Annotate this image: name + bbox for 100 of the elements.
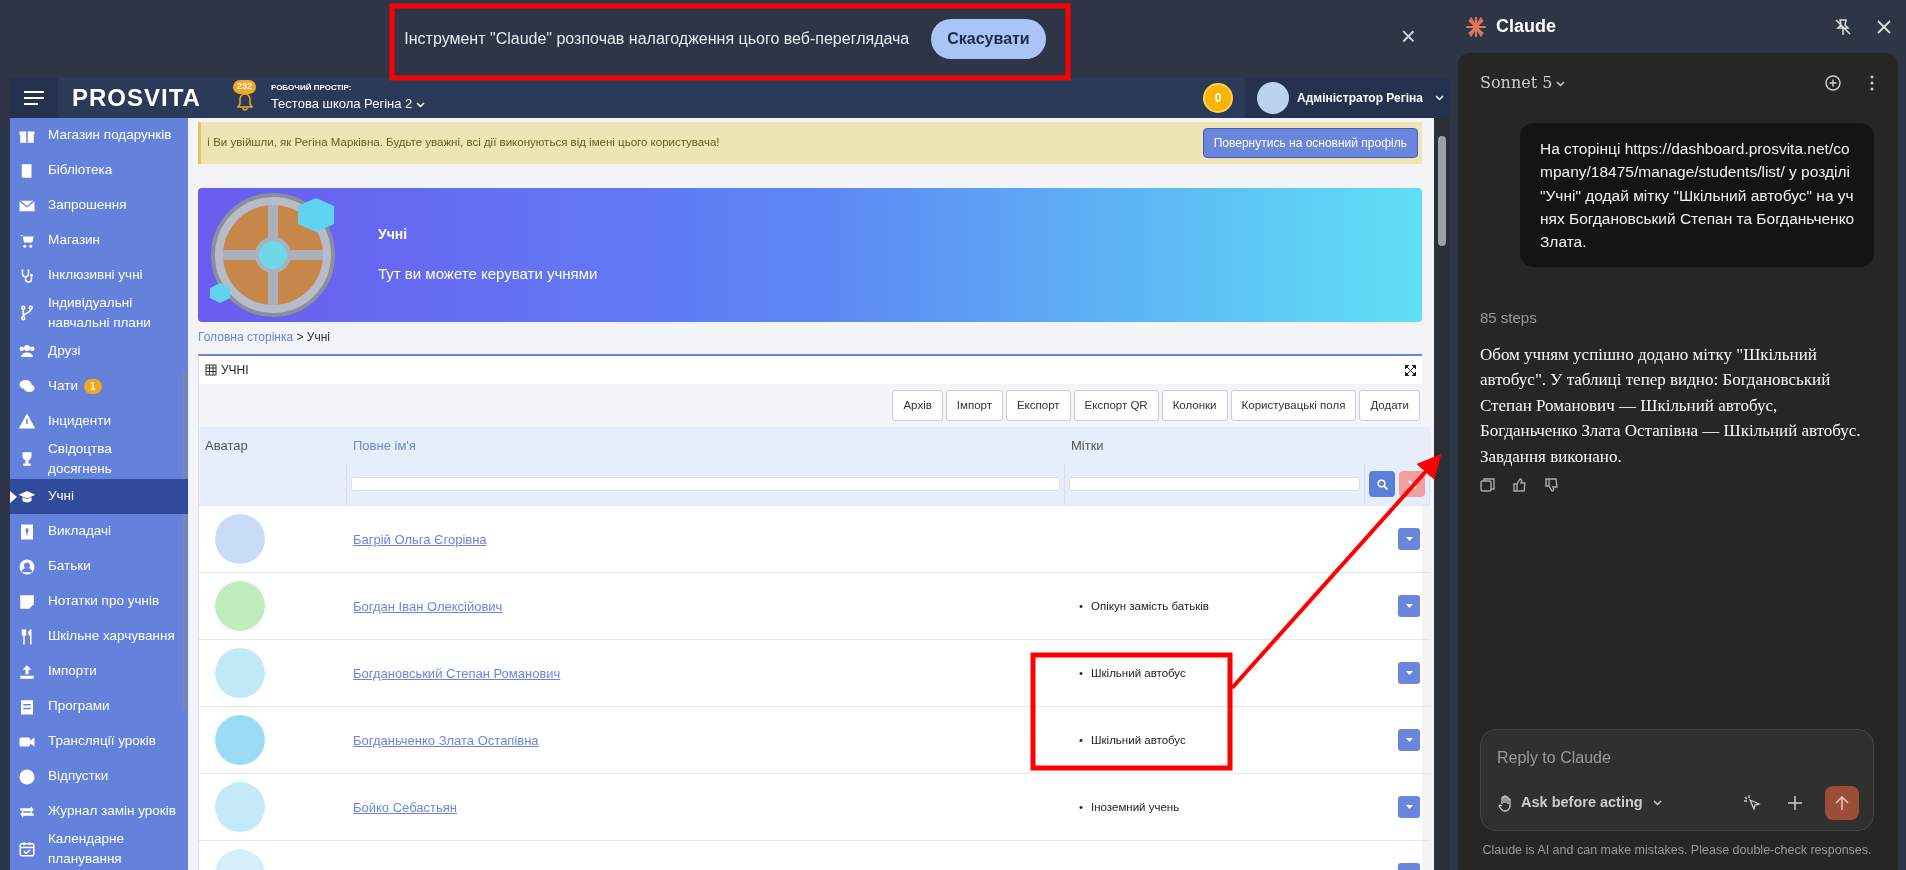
user-message: На сторінці https://dashboard.prosvita.net/company/18475/manage/students/list/ у розділі "Учні" додай мітку "Шкільний автобус" на учнях Богдановський Степан та Богданьченко Злата.: [1520, 123, 1874, 268]
reply-input[interactable]: Reply to Claude: [1497, 746, 1859, 771]
sidebar-item[interactable]: Відпустки: [10, 759, 188, 794]
sidebar-item[interactable]: Шкільне харчування: [10, 619, 188, 654]
table-icon: [205, 364, 217, 376]
thumbs-up-button[interactable]: [1512, 477, 1528, 494]
return-profile-button[interactable]: Повернутись на основний профіль: [1202, 128, 1418, 158]
sidebar-item[interactable]: Магазин: [10, 223, 188, 258]
column-header: Аватар: [199, 427, 347, 464]
sidebar-item[interactable]: Учні: [10, 479, 188, 514]
student-tag: Шкільний автобус: [1091, 664, 1186, 682]
caret-icon: [1405, 604, 1413, 609]
sidebar-item[interactable]: Журнал замін уроків: [10, 794, 188, 829]
toolbar-button[interactable]: Експорт QR: [1073, 390, 1159, 422]
caret-icon: [1405, 671, 1413, 676]
sidebar-item[interactable]: Нотатки про учнів: [10, 584, 188, 619]
user-circle-icon: [18, 557, 36, 576]
banner-title: Учні: [378, 225, 409, 245]
fullscreen-button[interactable]: [1405, 364, 1416, 376]
caret-icon: [1556, 80, 1566, 87]
close-button[interactable]: [1876, 18, 1892, 35]
scrollbar-thumb[interactable]: [183, 370, 186, 710]
sidebar-item[interactable]: Календарне планування: [10, 829, 188, 870]
sidebar-item[interactable]: Програми: [10, 689, 188, 724]
sidebar-item[interactable]: Викладачі: [10, 514, 188, 549]
column-header: Мітки: [1065, 427, 1365, 464]
add-button[interactable]: [1787, 795, 1803, 812]
breadcrumb-link[interactable]: Головна сторінка: [198, 330, 294, 344]
search-button[interactable]: [1369, 471, 1395, 498]
logo: PROSVITA: [72, 83, 201, 113]
row-menu-button[interactable]: [1398, 595, 1420, 618]
notification-button[interactable]: 232: [230, 83, 261, 113]
more-options-button[interactable]: [1870, 75, 1874, 91]
unpin-button[interactable]: [1834, 17, 1852, 36]
student-name-link[interactable]: Багрій Ольга Єгорівна: [353, 529, 487, 549]
notification-count: 232: [232, 80, 256, 94]
list-bullet: •: [1079, 665, 1084, 681]
disclaimer: Claude is AI and can make mistakes. Please double-check responses.: [1481, 842, 1873, 860]
caret-icon: [1405, 738, 1413, 743]
scrollbar-thumb[interactable]: [1438, 136, 1446, 246]
close-icon: [1407, 479, 1417, 489]
filter-field[interactable]: [1069, 477, 1360, 492]
expand-icon: [1405, 364, 1416, 376]
mode-selector[interactable]: Ask before acting: [1497, 792, 1662, 815]
close-button[interactable]: ×: [1394, 22, 1422, 50]
toolbar-button[interactable]: Архів: [892, 390, 943, 422]
row-menu-button[interactable]: [1398, 729, 1420, 752]
toolbar-button[interactable]: Користувацькі поля: [1230, 390, 1357, 422]
debug-message: Інструмент "Claude" розпочав налагодження цього веб-переглядача: [404, 29, 910, 49]
steps-count[interactable]: 85 steps: [1480, 307, 1874, 330]
pin-icon: [1834, 17, 1852, 36]
sidebar-item[interactable]: Бібліотека: [10, 153, 188, 188]
copy-button[interactable]: [1480, 477, 1496, 494]
sidebar-item[interactable]: Друзі: [10, 333, 188, 369]
sidebar-item[interactable]: Свідоцтва досягнень: [10, 438, 188, 479]
sidebar-item[interactable]: Батьки: [10, 549, 188, 584]
sidebar-item[interactable]: Запрошення: [10, 188, 188, 223]
sidebar-item[interactable]: Трансляції уроків: [10, 724, 188, 759]
sidebar-item[interactable]: Інциденти: [10, 403, 188, 439]
sidebar-item[interactable]: Магазин подарунків: [10, 118, 188, 153]
new-chat-button[interactable]: [1824, 74, 1842, 92]
user-menu[interactable]: Адміністратор Регіна: [1245, 78, 1450, 118]
toolbar-button[interactable]: Експорт: [1005, 390, 1071, 422]
coin-counter: 0: [1203, 83, 1233, 113]
model-selector[interactable]: Sonnet 5: [1480, 71, 1566, 95]
row-menu-button[interactable]: [1398, 528, 1420, 551]
cursor-button[interactable]: [1743, 794, 1761, 813]
column-header[interactable]: Повне ім'я: [347, 427, 1065, 464]
row-menu-button[interactable]: [1398, 796, 1420, 819]
list-bullet: •: [1079, 799, 1084, 815]
student-tag: Шкільний автобус: [1091, 731, 1186, 749]
sidebar-item[interactable]: Інклюзивні учні: [10, 258, 188, 293]
users-icon: [18, 342, 36, 360]
toolbar-button[interactable]: Колонки: [1161, 390, 1228, 422]
send-button[interactable]: [1825, 786, 1859, 821]
cursor-icon: [1743, 794, 1761, 813]
student-name-link[interactable]: Бойко Себастьян: [353, 797, 457, 817]
cancel-button[interactable]: Скасувати: [931, 19, 1046, 59]
thumbs-down-button[interactable]: [1544, 477, 1560, 494]
clipboard-icon: [18, 697, 36, 716]
student-name-link[interactable]: Богдановський Степан Романович: [353, 663, 561, 683]
alert-text: ℹ Ви увійшли, як Регіна Марківна. Будьте уважні, всі дії виконуються від імені цього користувача!: [207, 135, 720, 151]
toolbar-button[interactable]: Імпорт: [945, 390, 1003, 422]
row-menu-button[interactable]: [1398, 662, 1420, 685]
asterisk-logo-icon: [1466, 16, 1486, 37]
menu-button[interactable]: [10, 78, 58, 118]
bell-icon: [236, 93, 253, 111]
thumbs-down-icon: [1544, 477, 1560, 494]
sidebar-item[interactable]: Індивідуальні навчальні плани: [10, 293, 188, 334]
sidebar-item[interactable]: Імпорти: [10, 654, 188, 689]
student-name-link[interactable]: Богдан Іван Олексійович: [353, 596, 503, 616]
student-name-link[interactable]: Богданьченко Злата Остапівна: [353, 730, 539, 750]
sidebar-item[interactable]: Чати 1: [10, 368, 188, 404]
plus-icon: [1787, 795, 1803, 812]
caret-icon: [1405, 537, 1413, 542]
student-tag: Іноземний учень: [1091, 798, 1180, 816]
copy-icon: [1480, 477, 1496, 494]
toolbar-button[interactable]: Додати: [1359, 390, 1420, 422]
workspace-dropdown[interactable]: Тестова школа Регіна 2: [270, 94, 426, 114]
filter-field[interactable]: [351, 477, 1060, 492]
